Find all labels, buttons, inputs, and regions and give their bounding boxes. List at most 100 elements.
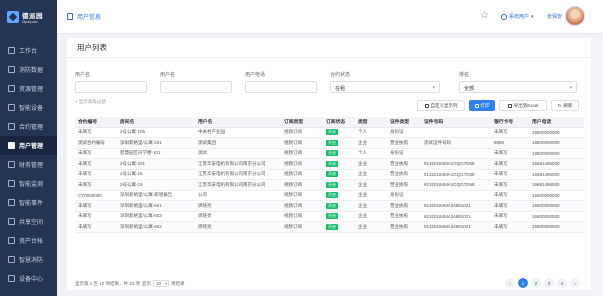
- custom-columns-button[interactable]: 自定义显示列: [417, 100, 465, 111]
- table-row[interactable]: 未填写 2号公寓-18 江苏华安电机有限公司南京分公司 视频订阅 开启 企业 营业执照 913…: [75, 169, 584, 180]
- table-cell: 未填写: [491, 190, 529, 201]
- table-row[interactable]: 未填写 深圳新格里/公寓-603 周晓亮 视频订阅 开启 企业 营业执照 91320184MA…: [75, 211, 584, 222]
- advanced-filter-label: 显示高级过滤: [78, 99, 106, 104]
- sidebar-item-label: 用户管理: [19, 144, 44, 150]
- sidebar-item-12[interactable]: 设备中心: [0, 269, 57, 288]
- phone-input[interactable]: [245, 81, 317, 93]
- status-badge: 开启: [326, 213, 338, 220]
- table-cell: 个人: [355, 148, 387, 159]
- page-button[interactable]: 2: [531, 278, 541, 288]
- table-cell: 深圳新格里/公寓-603: [117, 211, 195, 222]
- tab-user-info[interactable]: 用户信息: [67, 12, 101, 21]
- page-button[interactable]: 4: [557, 278, 567, 288]
- table-header-row: 合约编号 房间名 用户名 订阅类型 订阅状态 类型 证件类型 证件号码 银行卡号 用户电话: [75, 117, 584, 128]
- table-row[interactable]: 未填写 智慧园区同学楼-101 测试 视频订阅 开启 个人 身份证 未填写 1880000000…: [75, 148, 584, 159]
- event-icon: [8, 199, 15, 206]
- page-size-label: 显示: [142, 280, 152, 286]
- column-header[interactable]: 房间名: [117, 117, 195, 128]
- sidebar-item-4[interactable]: 合约管理: [0, 117, 57, 136]
- logo-sub: Dipaiyuan: [22, 20, 38, 24]
- table-cell: 视频订阅: [281, 127, 323, 138]
- sidebar-item-label: 设备中心: [19, 277, 44, 283]
- column-header[interactable]: 合约编号: [75, 117, 117, 128]
- table-row[interactable]: 未填写 深圳新格里/公寓-601 周晓亮 视频订阅 开启 企业 营业执照 91320184MA…: [75, 200, 584, 212]
- table-cell: 未填写: [491, 211, 529, 222]
- export-excel-button[interactable]: 导出到Excel: [499, 100, 547, 111]
- column-header[interactable]: 类型: [355, 117, 387, 128]
- table-body: 未填写 2号公寓-105 中关村产业园 视频订阅 开启 个人 身份证 未填写 188000000…: [75, 127, 584, 233]
- chevron-down-icon: ▾: [531, 13, 534, 20]
- divider: [67, 57, 591, 58]
- column-header[interactable]: 证件号码: [421, 117, 491, 128]
- table-cell: 测试合约编号: [75, 137, 117, 149]
- next-page-button[interactable]: ›: [570, 278, 580, 288]
- sidebar-item-9[interactable]: 共享空间: [0, 212, 57, 231]
- refresh-label: 刷新: [563, 102, 573, 108]
- column-header[interactable]: 用户电话: [529, 117, 584, 128]
- table-row[interactable]: 未填写 2号公寓-19 江苏华安电机有限公司南京分公司 视频订阅 开启 企业 营业执照 913…: [75, 179, 584, 191]
- table-row[interactable]: CY0000000 深圳新格里/公寓-新增报告 公司 视频订阅 开启 企业 身份证 未填写 15…: [75, 190, 584, 201]
- table-cell: 91320184MA34881021: [421, 200, 491, 212]
- column-header[interactable]: 订阅类型: [281, 117, 323, 128]
- table-cell: 未填写: [491, 148, 529, 159]
- avatar[interactable]: [565, 6, 585, 26]
- table-cell: 15800000000: [529, 211, 584, 222]
- prev-page-button[interactable]: ‹: [505, 278, 515, 288]
- sidebar-item-10[interactable]: 资产台帐: [0, 231, 57, 250]
- sidebar-item-2[interactable]: 资源管理: [0, 79, 57, 98]
- contract-status-select[interactable]: 在租: [330, 81, 440, 93]
- filter-label: 用户电话: [245, 72, 266, 78]
- filter-username: 用户名: [75, 71, 147, 93]
- star-icon[interactable]: ☆: [480, 10, 489, 21]
- user-type-selector[interactable]: 系统用户 ▾: [501, 13, 534, 20]
- page-button[interactable]: 3: [544, 278, 554, 288]
- table-cell: 未填写: [491, 158, 529, 170]
- print-button[interactable]: 打印: [469, 100, 495, 111]
- logo-icon: [7, 11, 19, 23]
- sidebar-item-7[interactable]: 智能监测: [0, 174, 57, 193]
- sidebar-item-6[interactable]: 财务管理: [0, 155, 57, 174]
- column-header[interactable]: 用户名: [195, 117, 281, 128]
- username[interactable]: 张保安: [547, 13, 562, 20]
- table-cell: CY0000000: [75, 190, 117, 201]
- table-cell: [421, 190, 491, 201]
- table-cell: 开启: [323, 127, 355, 138]
- refresh-button[interactable]: ↻ 刷新: [551, 100, 579, 111]
- table-cell: 未填写: [75, 200, 117, 212]
- table-cell: 企业: [355, 137, 387, 149]
- page-size-select[interactable]: 10: [153, 280, 170, 287]
- rank-select[interactable]: 全部: [459, 81, 577, 93]
- table-cell: 未填写: [491, 200, 529, 212]
- table-cell: 周晓亮: [195, 221, 281, 233]
- sidebar-item-11[interactable]: 智慧消防: [0, 250, 57, 269]
- sidebar-item-5[interactable]: 用户管理: [0, 136, 57, 155]
- excel-icon: [507, 103, 512, 108]
- column-header[interactable]: 订阅状态: [323, 117, 355, 128]
- table-cell: 个人: [355, 127, 387, 138]
- sidebar-item-label: 消防数据: [19, 68, 44, 74]
- column-header[interactable]: 证件类型: [387, 117, 421, 128]
- table-cell: 视频订阅: [281, 148, 323, 159]
- table-row[interactable]: 未填写 2号公寓-201 江苏华安电机有限公司南京分公司 视频订阅 开启 企业 营业执照 91…: [75, 158, 584, 170]
- table-cell: 企业: [355, 200, 387, 212]
- table-cell: 营业执照: [387, 137, 421, 149]
- document-icon: [67, 13, 73, 20]
- table-row[interactable]: 测试合约编号 深圳新格里/公寓-201 测试集团 视频订阅 开启 企业 营业执照 测试证件号码…: [75, 137, 584, 149]
- status-badge: 开启: [326, 171, 338, 178]
- table-row[interactable]: 未填写 2号公寓-105 中关村产业园 视频订阅 开启 个人 身份证 未填写 188000000…: [75, 127, 584, 138]
- table-cell: 18800000000: [529, 148, 584, 159]
- page-button[interactable]: 1: [518, 278, 528, 288]
- username-input[interactable]: [75, 81, 147, 93]
- sidebar-item-0[interactable]: 工作台: [0, 41, 57, 60]
- table-cell: 营业执照: [387, 211, 421, 222]
- table-row[interactable]: 未填写 深圳新格里/公寓-602 周晓亮 视频订阅 开启 企业 营业执照 91320184MA…: [75, 221, 584, 233]
- sidebar-item-1[interactable]: 消防数据: [0, 60, 57, 79]
- filter-contract-status: 合约状态 在租: [330, 71, 440, 93]
- status-badge: 开启: [326, 150, 338, 157]
- sidebar-item-8[interactable]: 智能事件: [0, 193, 57, 212]
- advanced-filter-link[interactable]: + 显示高级过滤: [75, 99, 106, 105]
- sidebar-item-label: 财务管理: [19, 163, 44, 169]
- username-input-2[interactable]: [160, 81, 232, 93]
- column-header[interactable]: 银行卡号: [491, 117, 529, 128]
- sidebar-item-3[interactable]: 智能设备: [0, 98, 57, 117]
